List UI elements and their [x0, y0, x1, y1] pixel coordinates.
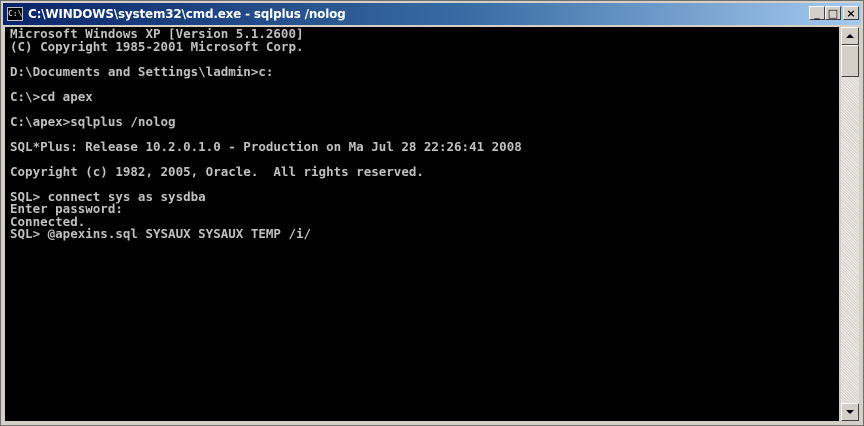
console-line: C:\apex>sqlplus /nolog — [10, 113, 176, 129]
console-line: SQL> connect sys as sysdba — [10, 188, 206, 204]
scroll-thumb[interactable] — [841, 45, 859, 77]
maximize-icon: □ — [827, 6, 839, 20]
title-bar[interactable]: C:\ C:\WINDOWS\system32\cmd.exe - sqlplu… — [3, 3, 861, 25]
console-output[interactable]: Microsoft Windows XP [Version 5.1.2600](… — [5, 27, 839, 421]
cmd-window: C:\ C:\WINDOWS\system32\cmd.exe - sqlplu… — [0, 0, 864, 426]
console-line: D:\Documents and Settings\ladmin>c: — [10, 63, 274, 79]
console-line: Enter password: — [10, 201, 123, 216]
scroll-down-icon — [846, 410, 854, 414]
console-line: (C) Copyright 1985-2001 Microsoft Corp. — [10, 38, 304, 54]
close-button[interactable]: × — [843, 6, 859, 20]
scroll-down-button[interactable] — [841, 403, 859, 421]
console-text: Microsoft Windows XP [Version 5.1.2600](… — [5, 27, 839, 241]
minimize-button[interactable]: _ — [809, 6, 825, 20]
console-line: SQL*Plus: Release 10.2.0.1.0 - Productio… — [10, 138, 522, 154]
scroll-up-icon — [846, 34, 854, 38]
console-line: C:\>cd apex — [10, 88, 93, 104]
window-controls: _ □ × — [809, 6, 859, 20]
close-icon: × — [846, 6, 856, 20]
scroll-up-button[interactable] — [841, 27, 859, 45]
vertical-scrollbar[interactable] — [841, 27, 859, 421]
console-line: SQL> @apexins.sql SYSAUX SYSAUX TEMP /i/ — [10, 226, 312, 241]
minimize-icon: _ — [814, 6, 820, 20]
window-title: C:\WINDOWS\system32\cmd.exe - sqlplus /n… — [28, 7, 346, 21]
cmd-icon[interactable]: C:\ — [7, 7, 23, 21]
maximize-button[interactable]: □ — [825, 6, 841, 20]
console-line: Copyright (c) 1982, 2005, Oracle. All ri… — [10, 163, 424, 179]
